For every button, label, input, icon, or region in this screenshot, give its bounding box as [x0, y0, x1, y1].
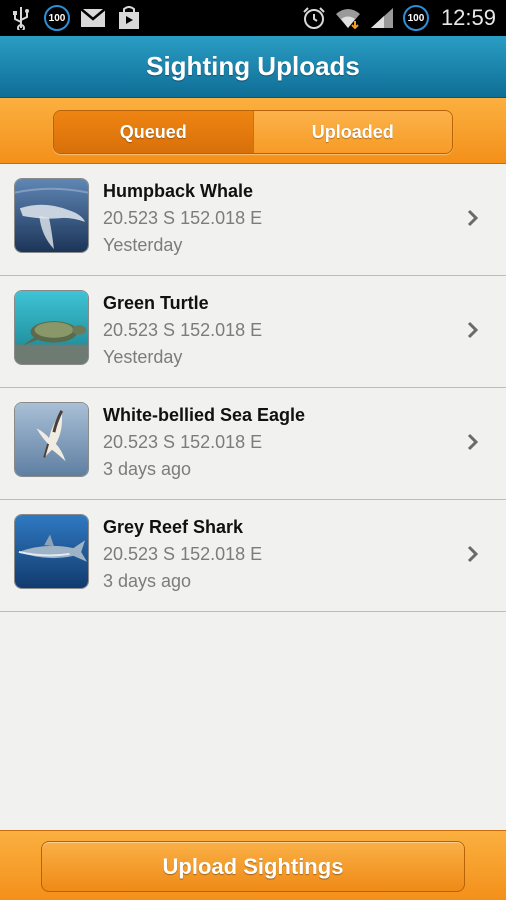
shopping-bag-icon: [116, 5, 142, 31]
battery-badge-icon: 100: [402, 5, 429, 31]
chevron-right-icon: [467, 209, 479, 227]
sighting-coords: 20.523 S 152.018 E: [103, 432, 263, 452]
sightings-list: Humpback Whale 20.523 S 152.018 E Yester…: [0, 164, 506, 612]
eagle-photo: [14, 402, 89, 477]
usb-icon: [8, 5, 34, 31]
upload-sightings-button[interactable]: Upload Sightings: [41, 841, 465, 892]
page-title: Sighting Uploads: [146, 51, 360, 81]
list-item[interactable]: Humpback Whale 20.523 S 152.018 E Yester…: [0, 164, 506, 276]
upload-status-tabs: Queued Uploaded: [53, 110, 453, 154]
sighting-name: Grey Reef Shark: [103, 517, 244, 537]
alarm-icon: [301, 5, 327, 31]
cell-signal-icon: [369, 5, 395, 31]
sighting-time: 3 days ago: [103, 571, 192, 591]
sighting-coords: 20.523 S 152.018 E: [103, 208, 263, 228]
shark-photo: [14, 514, 89, 589]
battery-100-badge-icon: 100: [44, 5, 70, 31]
list-item[interactable]: Grey Reef Shark 20.523 S 152.018 E 3 day…: [0, 500, 506, 612]
wifi-icon: [335, 5, 361, 31]
turtle-photo: [14, 290, 89, 365]
list-item[interactable]: White-bellied Sea Eagle 20.523 S 152.018…: [0, 388, 506, 500]
sighting-time: 3 days ago: [103, 459, 192, 479]
title-bar: Sighting Uploads: [0, 36, 506, 98]
sighting-name: Green Turtle: [103, 293, 209, 313]
list-item[interactable]: Green Turtle 20.523 S 152.018 E Yesterda…: [0, 276, 506, 388]
clock: 12:59: [440, 5, 496, 30]
tab-queued[interactable]: Queued: [54, 111, 253, 153]
sighting-coords: 20.523 S 152.018 E: [103, 544, 263, 564]
sighting-time: Yesterday: [103, 235, 183, 255]
tab-strip: Queued Uploaded: [0, 98, 506, 164]
sighting-coords: 20.523 S 152.018 E: [103, 320, 263, 340]
chevron-right-icon: [467, 545, 479, 563]
sighting-name: White-bellied Sea Eagle: [103, 405, 306, 425]
bottom-bar: Upload Sightings: [0, 830, 506, 900]
sighting-name: Humpback Whale: [103, 181, 254, 201]
gmail-icon: [80, 5, 106, 31]
chevron-right-icon: [467, 321, 479, 339]
sighting-time: Yesterday: [103, 347, 183, 367]
tab-uploaded[interactable]: Uploaded: [252, 111, 452, 153]
whale-photo: [14, 178, 89, 253]
chevron-right-icon: [467, 433, 479, 451]
status-bar: 100 100 12:59: [0, 0, 506, 36]
